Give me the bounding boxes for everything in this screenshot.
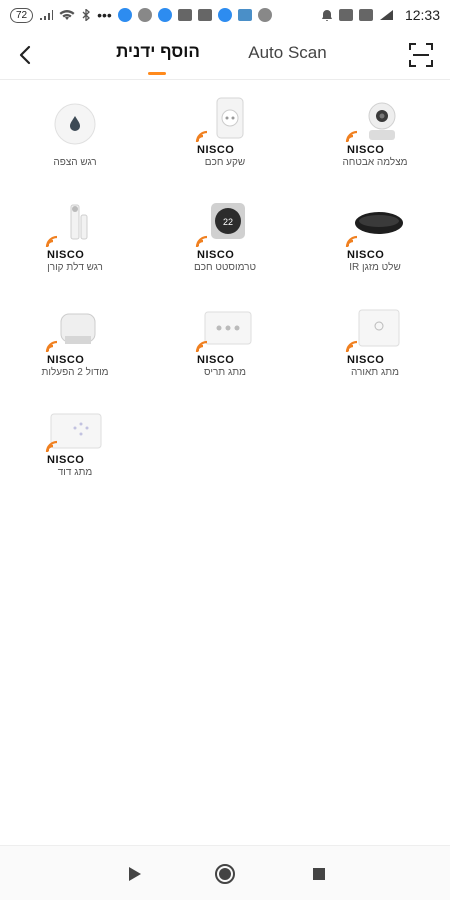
wifi-icon bbox=[345, 235, 358, 248]
device-label: מודול 2 הפעלות bbox=[41, 367, 109, 378]
brand-logo: NISCO bbox=[347, 144, 385, 156]
device-thumb: NISCO bbox=[195, 96, 255, 156]
device-item-shutter-switch[interactable]: NISCO מתג תריס bbox=[160, 300, 290, 395]
device-item-light-switch[interactable]: NISCO מתג תאורה bbox=[310, 300, 440, 395]
brand-logo: NISCO bbox=[347, 354, 385, 366]
scan-icon bbox=[409, 43, 433, 67]
wifi-icon bbox=[195, 235, 208, 248]
wifi-icon bbox=[345, 130, 358, 143]
app-notification-icon bbox=[217, 8, 232, 22]
device-item-boiler-switch[interactable]: NISCO מתג דוד bbox=[10, 400, 140, 495]
brand-logo: NISCO bbox=[197, 354, 235, 366]
device-thumb: NISCO bbox=[45, 201, 105, 261]
wifi-icon bbox=[45, 340, 58, 353]
flood-sensor-icon bbox=[54, 103, 96, 145]
status-bar: 72 ••• 12:33 bbox=[0, 0, 450, 30]
device-item-smart-socket[interactable]: NISCO שקע חכם bbox=[160, 90, 290, 185]
battery-indicator: 72 bbox=[10, 7, 34, 23]
device-thumb bbox=[45, 96, 105, 156]
device-label: מתג תאורה bbox=[351, 367, 399, 378]
wifi-icon bbox=[195, 130, 208, 143]
square-icon bbox=[313, 868, 325, 880]
app-notification-icon bbox=[117, 8, 132, 22]
wifi-icon bbox=[195, 340, 208, 353]
wifi-icon bbox=[345, 340, 358, 353]
signal-icon bbox=[39, 9, 54, 21]
mail-icon bbox=[197, 9, 212, 21]
chevron-left-icon bbox=[19, 45, 31, 65]
device-thumb: 22 NISCO bbox=[195, 201, 255, 261]
device-item-security-camera[interactable]: NISCO מצלמה אבטחה bbox=[310, 90, 440, 185]
device-item-ir-remote[interactable]: NISCO שלט מזגן IR bbox=[310, 195, 440, 290]
device-label: שלט מזגן IR bbox=[349, 262, 401, 273]
back-button[interactable] bbox=[10, 40, 40, 70]
header: הוסף ידנית Auto Scan bbox=[0, 30, 450, 80]
tab-auto-scan[interactable]: Auto Scan bbox=[240, 43, 335, 63]
wifi-icon bbox=[45, 235, 58, 248]
device-label: שקע חכם bbox=[204, 157, 246, 168]
app-notification-icon bbox=[157, 8, 172, 22]
device-label: רגש הצפה bbox=[53, 157, 97, 168]
clock: 12:33 bbox=[404, 7, 440, 23]
more-dots-icon: ••• bbox=[97, 7, 112, 23]
signal-icon bbox=[379, 9, 393, 21]
chrome-icon bbox=[137, 8, 152, 22]
device-label: טרמוסטט חכם bbox=[193, 262, 257, 273]
bell-icon bbox=[321, 9, 333, 22]
brand-logo: NISCO bbox=[47, 354, 85, 366]
device-item-flood-sensor[interactable]: רגש הצפה bbox=[10, 90, 140, 185]
image-icon bbox=[237, 9, 252, 21]
device-item-relay-module[interactable]: NISCO מודול 2 הפעלות bbox=[10, 300, 140, 395]
device-thumb: NISCO bbox=[345, 201, 405, 261]
nav-back-button[interactable] bbox=[124, 863, 146, 885]
play-icon bbox=[129, 867, 141, 881]
chrome-icon bbox=[257, 8, 272, 22]
device-thumb: NISCO bbox=[345, 96, 405, 156]
device-item-door-sensor[interactable]: NISCO רגש דלת קורן bbox=[10, 195, 140, 290]
gallery-icon bbox=[177, 9, 192, 21]
message-icon bbox=[338, 9, 353, 21]
device-item-thermostat[interactable]: 22 NISCO טרמוסטט חכם bbox=[160, 195, 290, 290]
brand-logo: NISCO bbox=[47, 249, 85, 261]
nav-home-button[interactable] bbox=[214, 863, 236, 885]
device-label: מתג תריס bbox=[204, 367, 246, 378]
brand-logo: NISCO bbox=[197, 144, 235, 156]
wifi-icon bbox=[45, 440, 58, 453]
brand-logo: NISCO bbox=[47, 454, 85, 466]
wifi-status-icon bbox=[59, 9, 75, 21]
system-nav-bar bbox=[0, 845, 450, 900]
device-label: רגש דלת קורן bbox=[47, 262, 103, 273]
device-label: מתג דוד bbox=[57, 467, 93, 478]
home-circle-icon bbox=[215, 864, 235, 884]
device-thumb: NISCO bbox=[45, 406, 105, 466]
nav-recents-button[interactable] bbox=[308, 863, 330, 885]
svg-text:22: 22 bbox=[223, 217, 233, 227]
device-thumb: NISCO bbox=[345, 306, 405, 366]
device-thumb: NISCO bbox=[195, 306, 255, 366]
brand-logo: NISCO bbox=[197, 249, 235, 261]
brand-logo: NISCO bbox=[347, 249, 385, 261]
device-thumb: NISCO bbox=[45, 306, 105, 366]
device-label: מצלמה אבטחה bbox=[342, 157, 408, 168]
upload-icon bbox=[358, 9, 373, 21]
bluetooth-icon bbox=[81, 9, 91, 21]
scan-qr-button[interactable] bbox=[408, 42, 434, 68]
tab-manual-add[interactable]: הוסף ידנית bbox=[108, 42, 208, 62]
active-tab-indicator bbox=[148, 72, 166, 75]
